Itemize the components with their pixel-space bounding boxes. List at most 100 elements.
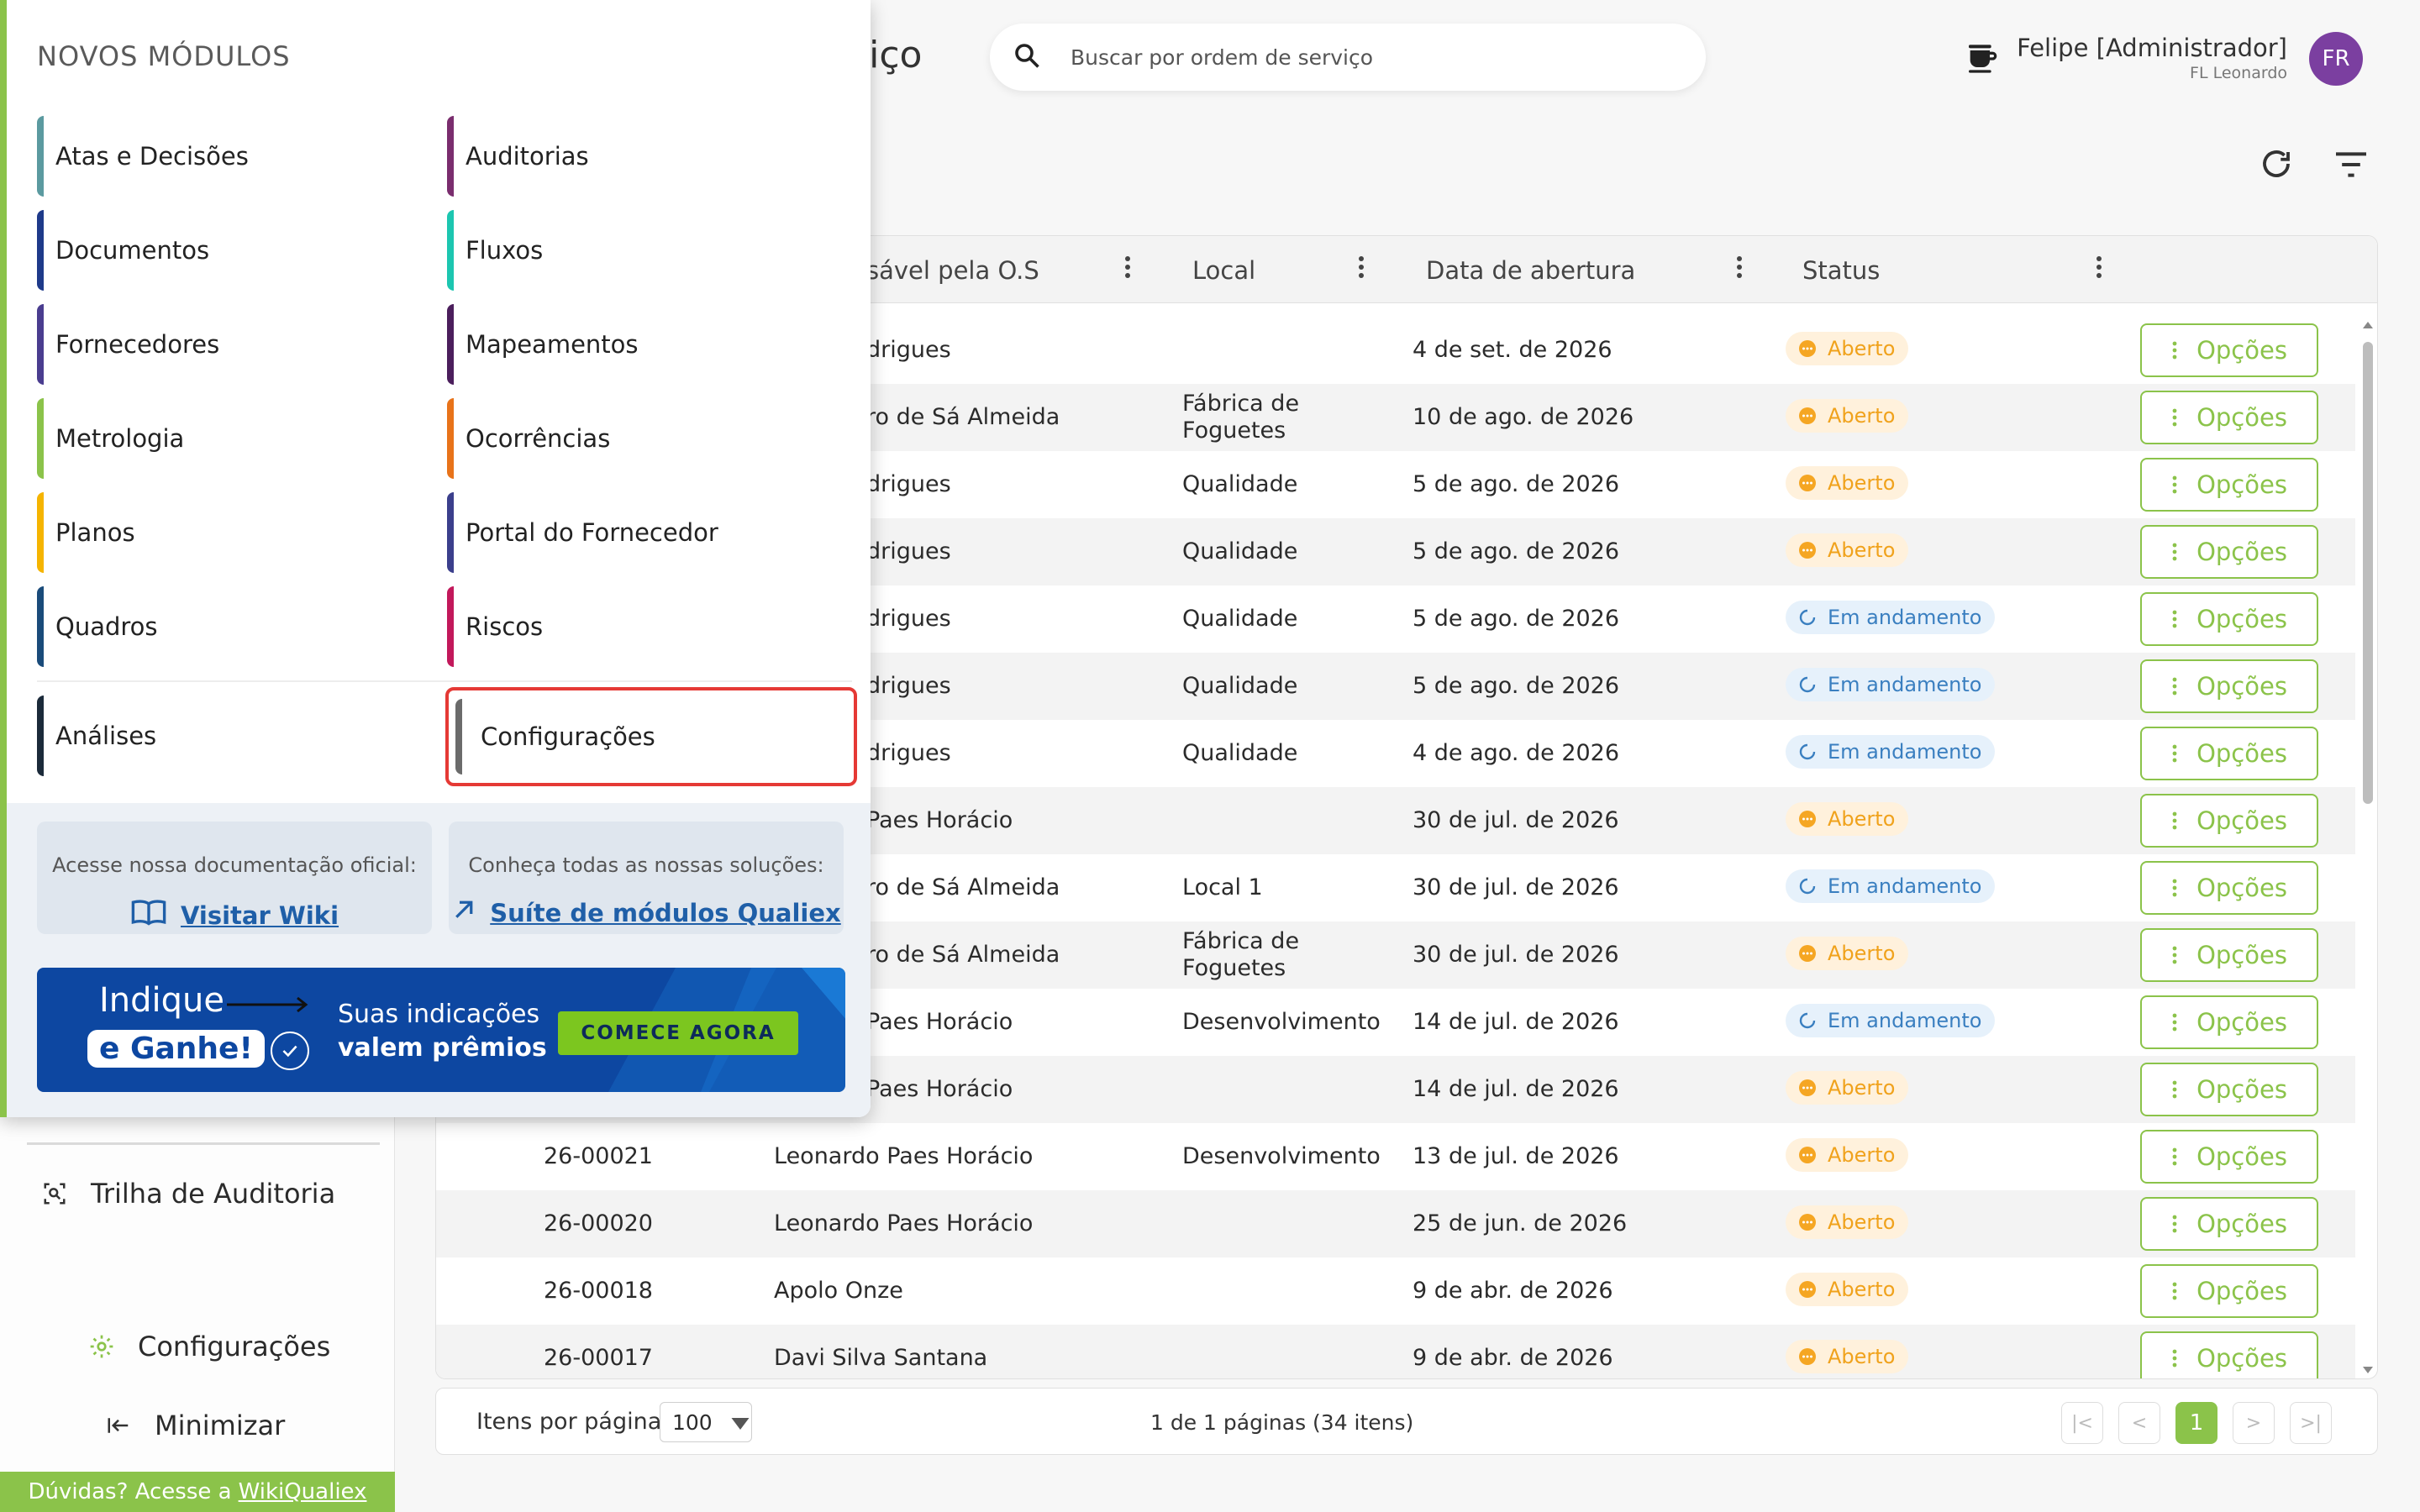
options-label: Opções bbox=[2196, 605, 2287, 633]
sidebar-item-audit-trail[interactable]: Trilha de Auditoria bbox=[40, 1178, 335, 1210]
modules-divider bbox=[37, 680, 852, 682]
table-row[interactable]: 26-00020 Leonardo Paes Horácio 25 de jun. … bbox=[436, 1190, 2355, 1257]
options-button[interactable]: Opções bbox=[2140, 1197, 2318, 1251]
status-text: Em andamento bbox=[1828, 1009, 1982, 1032]
options-button[interactable]: Opções bbox=[2140, 525, 2318, 579]
module-fornecedores[interactable]: Fornecedores bbox=[37, 304, 432, 385]
module-label: Análises bbox=[55, 722, 157, 750]
last-page-button[interactable]: >| bbox=[2290, 1402, 2332, 1444]
cell-local: Local 1 bbox=[1182, 874, 1263, 901]
module-fluxos[interactable]: Fluxos bbox=[447, 210, 842, 291]
cell-local-line1: Desenvolvimento bbox=[1182, 1143, 1381, 1169]
table-row[interactable]: 26-00021 Leonardo Paes Horácio Desenvolvim… bbox=[436, 1123, 2355, 1190]
cell-responsible: Apolo Onze bbox=[774, 1278, 903, 1304]
sidebar-item-settings[interactable]: Configurações bbox=[87, 1331, 330, 1362]
sidebar-minimize-button[interactable]: Minimizar bbox=[104, 1410, 285, 1441]
module-analises[interactable]: Análises bbox=[37, 696, 432, 776]
column-header-local[interactable]: Local bbox=[1192, 256, 1255, 285]
module-color-bar bbox=[37, 492, 44, 573]
suite-link[interactable]: Suíte de módulos Qualiex bbox=[449, 897, 844, 928]
status-badge: Em andamento bbox=[1786, 869, 1996, 903]
page-button-current[interactable]: 1 bbox=[2175, 1402, 2217, 1444]
prev-page-button[interactable]: < bbox=[2118, 1402, 2160, 1444]
module-riscos[interactable]: Riscos bbox=[447, 586, 842, 667]
avatar[interactable]: FR bbox=[2309, 32, 2363, 86]
column-header-status[interactable]: Status bbox=[1802, 256, 1880, 285]
cell-opening-date: 4 de ago. de 2026 bbox=[1413, 740, 1620, 766]
cell-opening-date: 30 de jul. de 2026 bbox=[1413, 807, 1619, 833]
column-header-responsible[interactable]: sável pela O.S bbox=[866, 256, 1039, 285]
visit-wiki-link[interactable]: Visitar Wiki bbox=[37, 897, 432, 933]
options-label: Opções bbox=[2196, 874, 2287, 902]
cell-local: Qualidade bbox=[1182, 471, 1297, 498]
doc-label: Acesse nossa documentação oficial: bbox=[52, 853, 417, 877]
banner-ganhe: e Ganhe! bbox=[87, 1030, 265, 1068]
table-row[interactable]: 26-00017 Davi Silva Santana 9 de abr. de 2… bbox=[436, 1325, 2355, 1378]
more-vertical-icon bbox=[2172, 1215, 2177, 1233]
status-text: Aberto bbox=[1828, 404, 1896, 428]
module-ocorr-ncias[interactable]: Ocorrências bbox=[447, 398, 842, 479]
options-button[interactable]: Opções bbox=[2140, 928, 2318, 982]
module-atas-e-decis-es[interactable]: Atas e Decisões bbox=[37, 116, 432, 197]
options-button[interactable]: Opções bbox=[2140, 794, 2318, 848]
module-documentos[interactable]: Documentos bbox=[37, 210, 432, 291]
start-now-button[interactable]: COMECE AGORA bbox=[558, 1011, 798, 1055]
options-button[interactable]: Opções bbox=[2140, 995, 2318, 1049]
scrollbar-thumb[interactable] bbox=[2363, 342, 2373, 804]
options-button[interactable]: Opções bbox=[2140, 592, 2318, 646]
table-scrollbar[interactable] bbox=[2357, 317, 2377, 1378]
cell-opening-date: 5 de ago. de 2026 bbox=[1413, 606, 1620, 632]
options-button[interactable]: Opções bbox=[2140, 1331, 2318, 1378]
options-button[interactable]: Opções bbox=[2140, 1063, 2318, 1116]
options-label: Opções bbox=[2196, 403, 2287, 432]
options-button[interactable]: Opções bbox=[2140, 1130, 2318, 1184]
status-open-icon bbox=[1799, 945, 1816, 962]
status-text: Aberto bbox=[1828, 1210, 1896, 1234]
module-mapeamentos[interactable]: Mapeamentos bbox=[447, 304, 842, 385]
status-open-icon bbox=[1799, 340, 1816, 357]
options-button[interactable]: Opções bbox=[2140, 323, 2318, 377]
coffee-icon[interactable] bbox=[1965, 40, 1998, 81]
options-label: Opções bbox=[2196, 806, 2287, 835]
options-label: Opções bbox=[2196, 1344, 2287, 1373]
status-open-icon bbox=[1799, 811, 1816, 827]
first-page-button[interactable]: |< bbox=[2061, 1402, 2103, 1444]
refresh-icon[interactable] bbox=[2259, 146, 2294, 185]
module-auditorias[interactable]: Auditorias bbox=[447, 116, 842, 197]
options-button[interactable]: Opções bbox=[2140, 727, 2318, 780]
module-portal-do-fornecedor[interactable]: Portal do Fornecedor bbox=[447, 492, 842, 573]
cell-local-line1: Qualidade bbox=[1182, 740, 1298, 766]
cell-responsible: Paes Horácio bbox=[866, 807, 1013, 833]
more-vertical-icon bbox=[2172, 1349, 2177, 1368]
module-quadros[interactable]: Quadros bbox=[37, 586, 432, 667]
cell-local: Desenvolvimento bbox=[1182, 1143, 1381, 1170]
sidebar-item-label: Minimizar bbox=[155, 1410, 286, 1441]
wiki-link[interactable]: WikiQualiex bbox=[239, 1479, 367, 1504]
cell-local-line1: Qualidade bbox=[1182, 673, 1298, 699]
filter-icon[interactable] bbox=[2333, 150, 2370, 183]
next-page-button[interactable]: > bbox=[2233, 1402, 2275, 1444]
table-row[interactable]: 26-00018 Apolo Onze 9 de abr. de 2026 Abert… bbox=[436, 1257, 2355, 1325]
column-header-opening-date[interactable]: Data de abertura bbox=[1426, 256, 1635, 285]
search-input[interactable] bbox=[1071, 45, 1659, 70]
column-menu-icon[interactable] bbox=[1357, 255, 1365, 283]
options-button[interactable]: Opções bbox=[2140, 1264, 2318, 1318]
options-button[interactable]: Opções bbox=[2140, 659, 2318, 713]
column-menu-icon[interactable] bbox=[1123, 255, 1132, 283]
options-button[interactable]: Opções bbox=[2140, 458, 2318, 512]
popup-title: NOVOS MÓDULOS bbox=[37, 40, 291, 72]
user-info[interactable]: Felipe [Administrador] FL Leonardo bbox=[2017, 34, 2287, 82]
referral-banner[interactable]: Indique e Ganhe! Suas indicações valem p… bbox=[37, 968, 845, 1092]
column-menu-icon[interactable] bbox=[2095, 255, 2103, 283]
cell-responsible: drigues bbox=[866, 538, 951, 564]
column-menu-icon[interactable] bbox=[1735, 255, 1744, 283]
module-configuracoes[interactable]: Configurações bbox=[445, 687, 857, 786]
status-badge: Aberto bbox=[1786, 1340, 1909, 1373]
page-size-select[interactable]: 100 bbox=[660, 1402, 752, 1442]
options-button[interactable]: Opções bbox=[2140, 861, 2318, 915]
status-text: Aberto bbox=[1828, 1278, 1896, 1301]
more-vertical-icon bbox=[2172, 1147, 2177, 1166]
options-button[interactable]: Opções bbox=[2140, 391, 2318, 444]
module-planos[interactable]: Planos bbox=[37, 492, 432, 573]
module-metrologia[interactable]: Metrologia bbox=[37, 398, 432, 479]
